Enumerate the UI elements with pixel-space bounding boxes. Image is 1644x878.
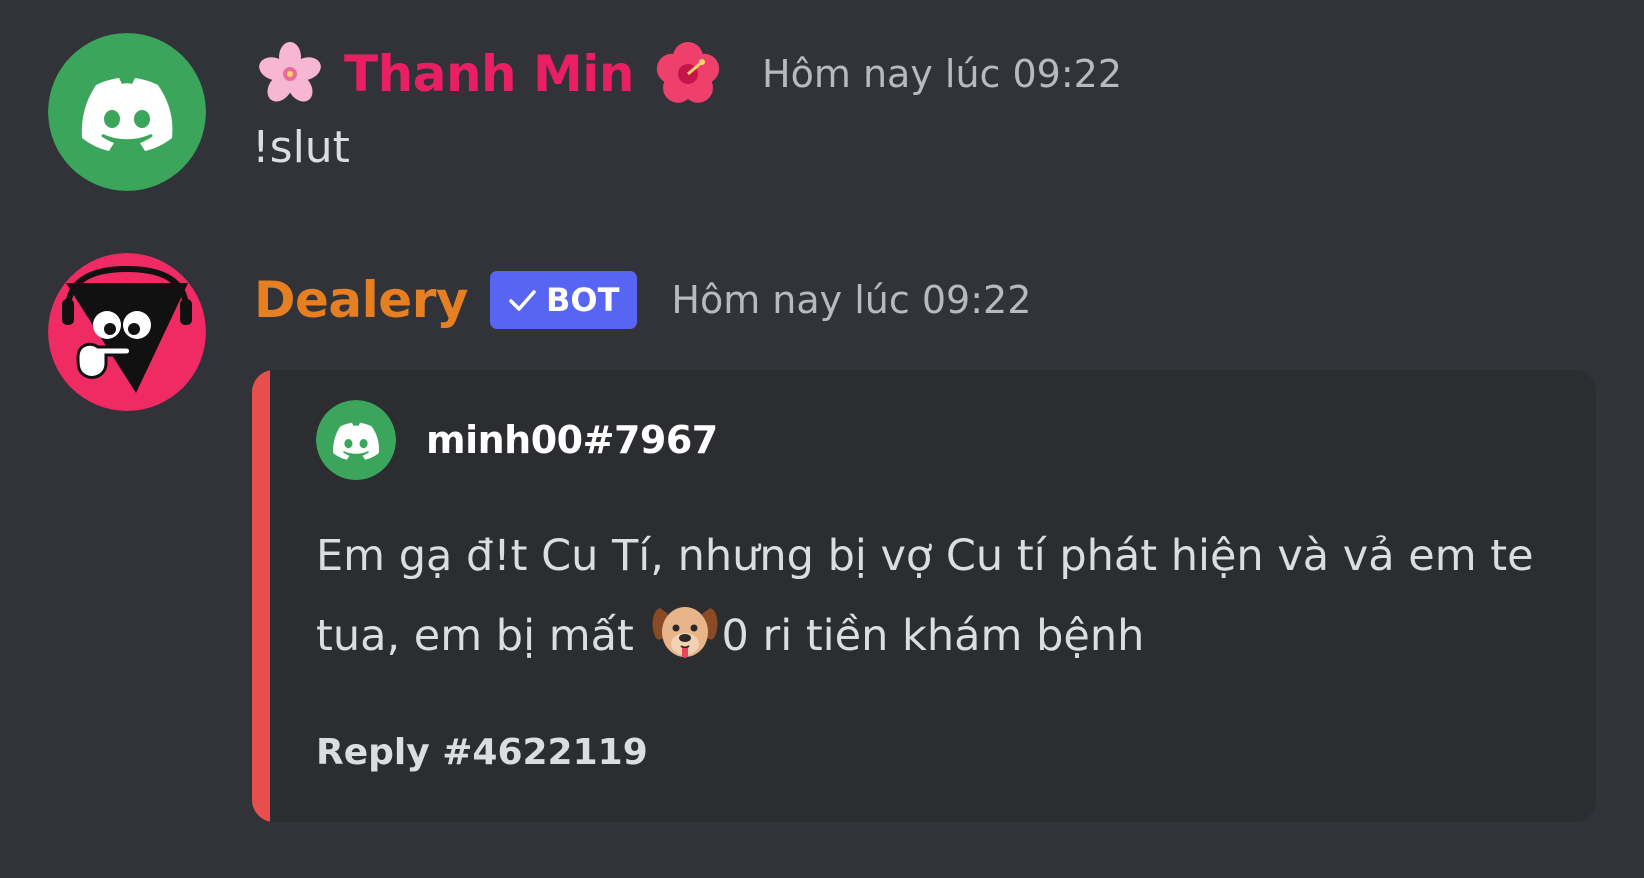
- username[interactable]: Thanh Min: [344, 45, 635, 103]
- message-header: Thanh Min Hôm nay lúc 09:22: [254, 38, 1122, 110]
- dealery-bot-logo-icon: [48, 253, 206, 411]
- message-content: !slut: [252, 122, 350, 173]
- checkmark-icon: [509, 290, 536, 311]
- dog-face-icon: [648, 594, 722, 668]
- cherry-blossom-icon: [254, 38, 326, 110]
- username[interactable]: Dealery: [254, 271, 468, 329]
- avatar-thanh-min[interactable]: [48, 33, 206, 191]
- embed-description-text-2: 0 ri tiền khám bệnh: [721, 611, 1145, 661]
- discord-logo-icon: [316, 400, 396, 480]
- discord-logo-icon: [48, 33, 206, 191]
- bot-badge: BOT: [489, 271, 638, 329]
- avatar-dealery-bot[interactable]: [48, 253, 206, 411]
- message-header: Dealery BOT Hôm nay lúc 09:22: [254, 264, 1031, 336]
- chat-messages: Thanh Min Hôm nay lúc 09:22 !slut Dealer…: [0, 0, 1644, 878]
- embed-author-name: minh00#7967: [426, 418, 718, 462]
- embed-author: minh00#7967: [316, 400, 718, 480]
- embed-accent-bar: [252, 370, 270, 822]
- embed-footer: Reply #4622119: [316, 731, 648, 773]
- embed-author-avatar: [316, 400, 396, 480]
- hibiscus-icon: [652, 38, 724, 110]
- bot-badge-label: BOT: [545, 281, 620, 319]
- embed-description: Em gạ đ!t Cu Tí, nhưng bị vợ Cu tí phát …: [316, 518, 1546, 674]
- message-embed: minh00#7967 Em gạ đ!t Cu Tí, nhưng bị vợ…: [252, 370, 1596, 822]
- message-timestamp[interactable]: Hôm nay lúc 09:22: [671, 278, 1031, 322]
- message-timestamp[interactable]: Hôm nay lúc 09:22: [762, 52, 1122, 96]
